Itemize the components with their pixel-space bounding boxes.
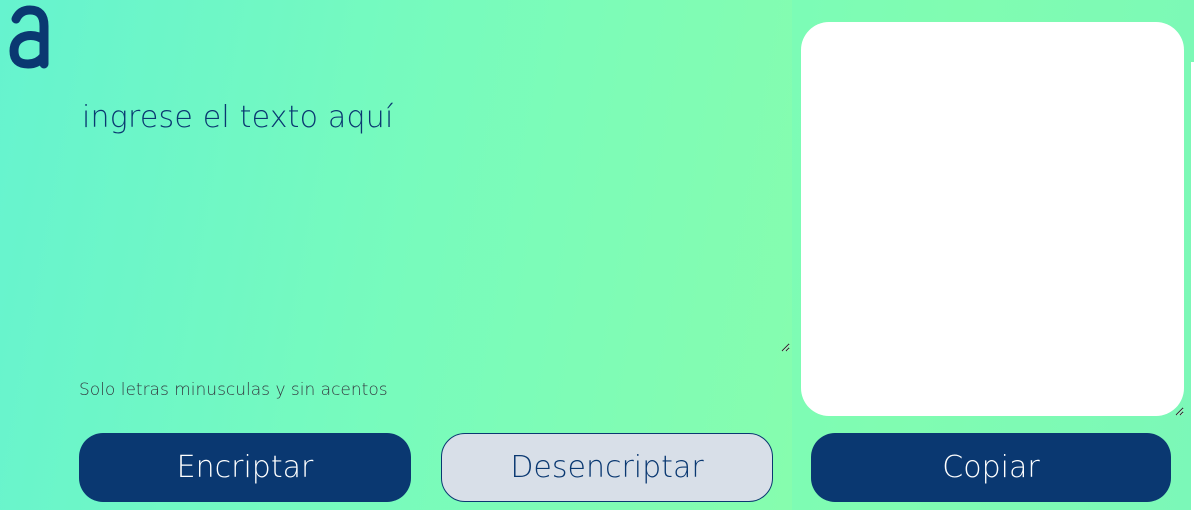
text-input[interactable] (76, 96, 790, 352)
resize-handle-icon[interactable] (1174, 406, 1184, 416)
output-textarea[interactable] (801, 22, 1184, 416)
encrypt-button[interactable]: Encriptar (79, 433, 411, 502)
decrypt-button[interactable]: Desencriptar (441, 433, 773, 502)
copy-button[interactable]: Copiar (811, 433, 1171, 502)
resize-handle-icon[interactable] (780, 342, 790, 352)
input-hint: Solo letras minusculas y sin acentos (79, 380, 388, 400)
alura-logo-icon (9, 5, 49, 69)
